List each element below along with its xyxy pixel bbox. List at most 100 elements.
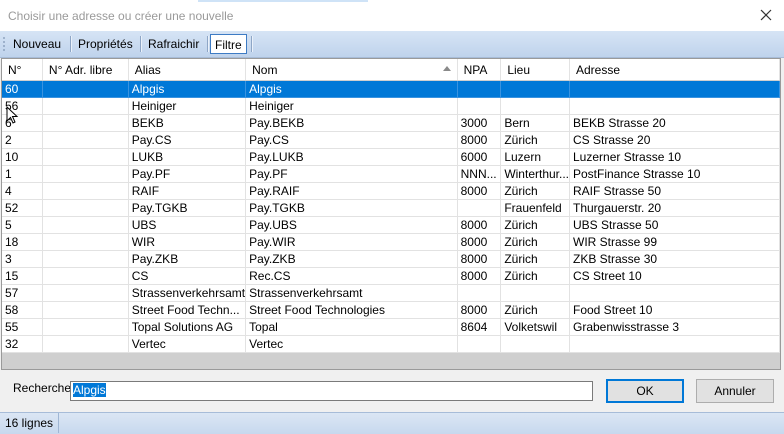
cell-alias: Street Food Techn... <box>128 301 247 319</box>
cell-name: Pay.PF <box>245 165 458 183</box>
cell-name: Pay.UBS <box>245 216 458 234</box>
row-count: 16 lignes <box>0 413 60 433</box>
cell-number: 3 <box>2 250 43 268</box>
toolbar-grip-icon[interactable] <box>3 36 5 52</box>
cell-npa: 3000 <box>457 114 502 132</box>
cell-alias: CS <box>128 267 247 285</box>
cell-alias: Vertec <box>128 335 247 353</box>
cell-number: 57 <box>2 284 43 302</box>
cell-alias: RAIF <box>128 182 247 200</box>
table-row[interactable]: 18 WIR Pay.WIR 8000 Zürich WIR Strasse 99 <box>2 233 780 251</box>
cell-address: CS Street 10 <box>569 267 780 285</box>
cell-address <box>569 335 780 353</box>
table-row[interactable]: 52 Pay.TGKB Pay.TGKB Frauenfeld Thurgauerstr… <box>2 199 780 217</box>
cell-number: 2 <box>2 131 43 149</box>
new-button[interactable]: Nouveau <box>9 34 65 54</box>
cell-lieu: Zürich <box>500 182 570 200</box>
properties-button[interactable]: Propriétés <box>74 34 137 54</box>
column-header-number[interactable]: N° <box>2 59 43 81</box>
cell-lieu: Volketswil <box>500 318 570 336</box>
cell-number: 15 <box>2 267 43 285</box>
cell-lieu <box>500 335 570 353</box>
toolbar-separator <box>70 36 72 52</box>
cell-free-address-number <box>42 267 129 285</box>
header-row: N° N° Adr. libre Alias Nom NPA Lieu Adre… <box>2 59 780 81</box>
mouse-cursor-icon <box>6 106 19 124</box>
cell-free-address-number <box>42 199 129 217</box>
cell-alias: WIR <box>128 233 247 251</box>
cell-name: Street Food Technologies <box>245 301 458 319</box>
toolbar-separator <box>207 36 209 52</box>
cancel-button[interactable]: Annuler <box>696 379 774 403</box>
table-row[interactable]: 5 UBS Pay.UBS 8000 Zürich UBS Strasse 50 <box>2 216 780 234</box>
cell-npa: 8000 <box>457 182 502 200</box>
cell-free-address-number <box>42 216 129 234</box>
cell-npa <box>457 199 502 217</box>
table-row[interactable]: 4 RAIF Pay.RAIF 8000 Zürich RAIF Strasse 50 <box>2 182 780 200</box>
cell-name: Pay.BEKB <box>245 114 458 132</box>
cell-lieu: Zürich <box>500 233 570 251</box>
cell-number: 60 <box>2 80 43 98</box>
cell-address: PostFinance Strasse 10 <box>569 165 780 183</box>
table-row[interactable]: 32 Vertec Vertec <box>2 335 780 353</box>
cell-alias: LUKB <box>128 148 247 166</box>
cell-address: CS Strasse 20 <box>569 131 780 149</box>
cell-address <box>569 80 780 98</box>
cell-lieu: Winterthur... <box>500 165 570 183</box>
table-row[interactable]: 3 Pay.ZKB Pay.ZKB 8000 Zürich ZKB Strasse 30 <box>2 250 780 268</box>
cell-name: Pay.TGKB <box>245 199 458 217</box>
column-header-lieu[interactable]: Lieu <box>500 59 570 81</box>
cell-free-address-number <box>42 148 129 166</box>
cell-lieu <box>500 284 570 302</box>
cell-free-address-number <box>42 165 129 183</box>
search-input[interactable]: Alpgis <box>70 381 593 401</box>
column-header-alias[interactable]: Alias <box>128 59 247 81</box>
status-bar: 16 lignes <box>0 412 784 434</box>
filter-button[interactable]: Filtre <box>210 34 247 54</box>
cell-lieu: Frauenfeld <box>500 199 570 217</box>
column-header-npa[interactable]: NPA <box>457 59 502 81</box>
cell-address <box>569 97 780 115</box>
table-row[interactable]: 60 Alpgis Alpgis <box>2 80 780 98</box>
cell-free-address-number <box>42 80 129 98</box>
table-row[interactable]: 1 Pay.PF Pay.PF NNN... Winterthur... PostFina… <box>2 165 780 183</box>
table-row[interactable]: 56 Heiniger Heiniger <box>2 97 780 115</box>
refresh-button[interactable]: Rafraichir <box>144 34 203 54</box>
cell-npa: 6000 <box>457 148 502 166</box>
table-row[interactable]: 55 Topal Solutions AG Topal 8604 Volketswil G… <box>2 318 780 336</box>
column-header-name[interactable]: Nom <box>245 59 458 81</box>
address-grid[interactable]: N° N° Adr. libre Alias Nom NPA Lieu Adre… <box>1 58 781 370</box>
cell-free-address-number <box>42 335 129 353</box>
cell-free-address-number <box>42 182 129 200</box>
cell-npa <box>457 284 502 302</box>
cell-alias: Pay.CS <box>128 131 247 149</box>
cell-npa <box>457 335 502 353</box>
column-header-free-address-number[interactable]: N° Adr. libre <box>42 59 129 81</box>
ok-button[interactable]: OK <box>606 379 684 403</box>
cell-npa <box>457 97 502 115</box>
cell-npa: 8604 <box>457 318 502 336</box>
cell-address: Grabenwisstrasse 3 <box>569 318 780 336</box>
cell-npa: NNN... <box>457 165 502 183</box>
cell-name: Pay.LUKB <box>245 148 458 166</box>
cell-npa: 8000 <box>457 301 502 319</box>
table-row[interactable]: 6 BEKB Pay.BEKB 3000 Bern BEKB Strasse 20 <box>2 114 780 132</box>
close-icon[interactable] <box>758 7 774 23</box>
cell-npa: 8000 <box>457 250 502 268</box>
table-row[interactable]: 57 Strassenverkehrsamt Strassenverkehrsamt <box>2 284 780 302</box>
cell-address: BEKB Strasse 20 <box>569 114 780 132</box>
table-row[interactable]: 58 Street Food Techn... Street Food Techno… <box>2 301 780 319</box>
cell-free-address-number <box>42 233 129 251</box>
cell-lieu: Zürich <box>500 250 570 268</box>
cell-free-address-number <box>42 284 129 302</box>
table-row[interactable]: 15 CS Rec.CS 8000 Zürich CS Street 10 <box>2 267 780 285</box>
cell-lieu <box>500 80 570 98</box>
table-row[interactable]: 2 Pay.CS Pay.CS 8000 Zürich CS Strasse 20 <box>2 131 780 149</box>
cell-alias: Pay.TGKB <box>128 199 247 217</box>
column-header-address[interactable]: Adresse <box>569 59 780 81</box>
cell-name: Pay.ZKB <box>245 250 458 268</box>
toolbar-separator <box>140 36 142 52</box>
cell-free-address-number <box>42 131 129 149</box>
table-row[interactable]: 10 LUKB Pay.LUKB 6000 Luzern Luzerner Strasse… <box>2 148 780 166</box>
cell-npa: 8000 <box>457 216 502 234</box>
